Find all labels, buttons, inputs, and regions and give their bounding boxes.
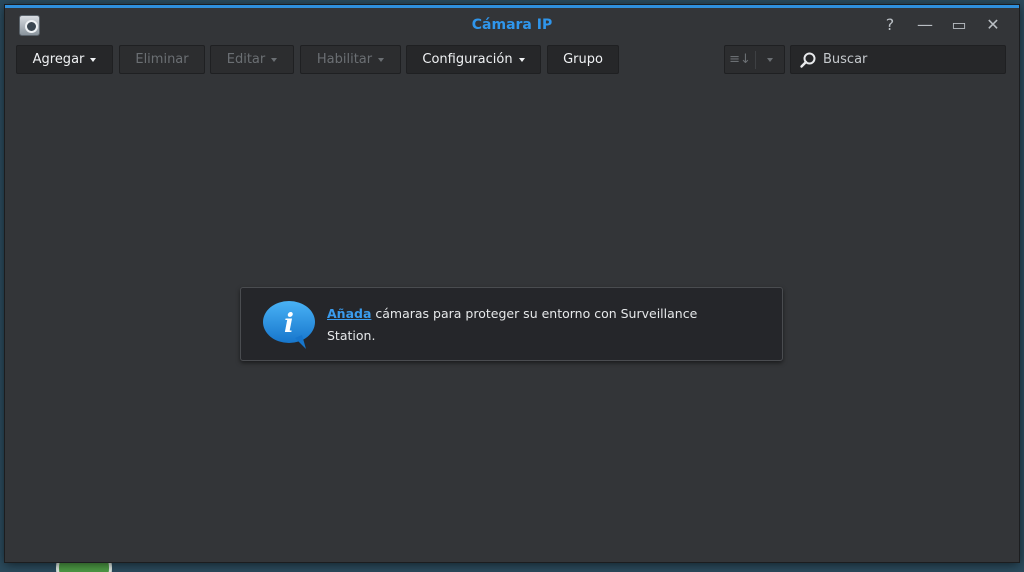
window-title: Cámara IP bbox=[471, 17, 553, 33]
title-bar: Cámara IP ? — ▭ ✕ bbox=[5, 8, 1019, 42]
enable-button[interactable]: Habilitar bbox=[300, 45, 401, 74]
toolbar: Agregar Eliminar Editar Habilitar Config… bbox=[5, 42, 1019, 76]
chevron-down-icon bbox=[271, 57, 278, 62]
group-button[interactable]: Grupo bbox=[547, 45, 619, 74]
search-input[interactable] bbox=[823, 52, 993, 67]
chevron-down-icon bbox=[518, 57, 525, 62]
svg-text:i: i bbox=[284, 309, 294, 339]
add-button-label: Agregar bbox=[32, 52, 85, 67]
enable-button-label: Habilitar bbox=[316, 52, 373, 67]
chevron-down-icon bbox=[90, 57, 97, 62]
notice-message: Añada cámaras para proteger su entorno c… bbox=[327, 303, 747, 347]
delete-button-label: Eliminar bbox=[135, 52, 189, 67]
sort-button[interactable]: ≡↓ bbox=[724, 45, 785, 74]
ip-camera-window: Cámara IP ? — ▭ ✕ Agregar Eliminar Edita… bbox=[5, 5, 1019, 562]
chevron-down-icon bbox=[767, 57, 773, 62]
close-icon[interactable]: ✕ bbox=[982, 14, 1004, 36]
configuration-button-label: Configuración bbox=[422, 52, 513, 67]
notice-message-text: cámaras para proteger su entorno con Sur… bbox=[327, 306, 698, 343]
add-cameras-link[interactable]: Añada bbox=[327, 306, 371, 321]
sort-icon: ≡↓ bbox=[729, 52, 751, 67]
info-notice: i Añada cámaras para proteger su entorno… bbox=[240, 287, 783, 361]
add-button[interactable]: Agregar bbox=[16, 45, 113, 74]
maximize-icon[interactable]: ▭ bbox=[948, 14, 970, 36]
search-box bbox=[790, 45, 1006, 74]
delete-button[interactable]: Eliminar bbox=[119, 45, 205, 74]
search-icon bbox=[800, 52, 816, 68]
configuration-button[interactable]: Configuración bbox=[406, 45, 541, 74]
info-icon: i bbox=[263, 301, 315, 349]
edit-button-label: Editar bbox=[226, 52, 266, 67]
help-icon[interactable]: ? bbox=[879, 14, 901, 36]
chevron-down-icon bbox=[378, 57, 385, 62]
edit-button[interactable]: Editar bbox=[210, 45, 294, 74]
group-button-label: Grupo bbox=[563, 52, 603, 67]
minimize-icon[interactable]: — bbox=[914, 14, 936, 36]
